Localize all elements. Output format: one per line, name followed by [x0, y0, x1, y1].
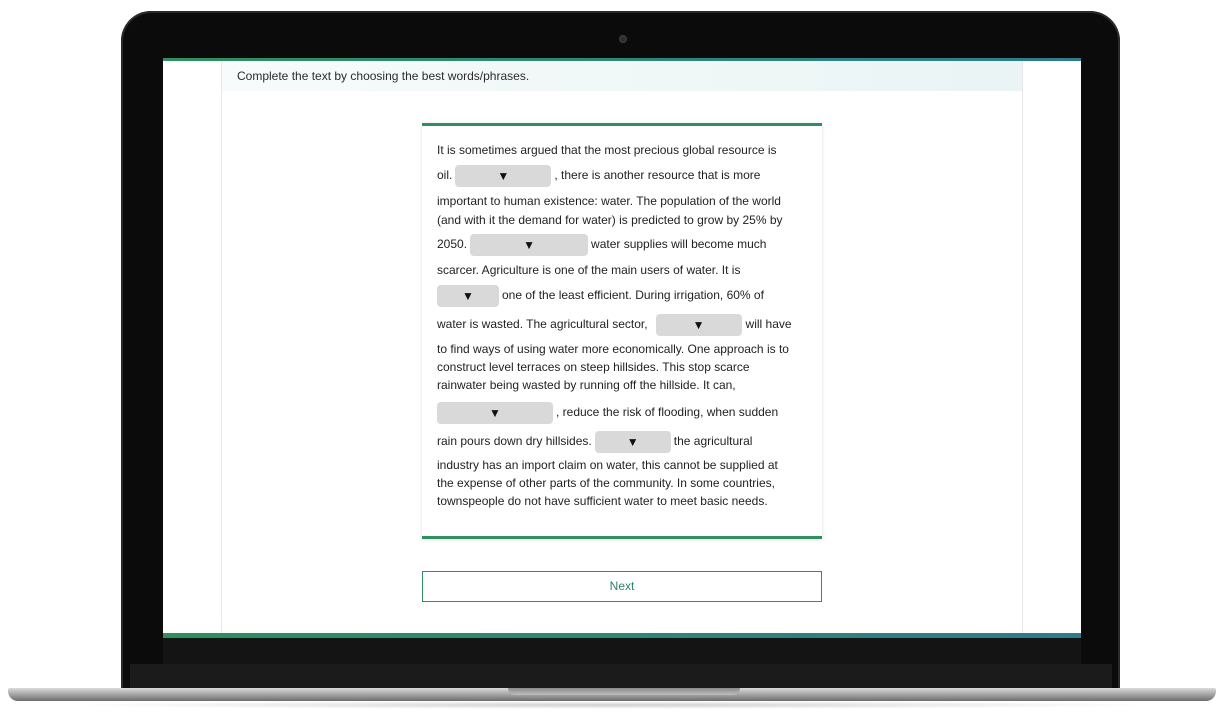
camera-icon: [619, 35, 627, 43]
instruction-text: Complete the text by choosing the best w…: [237, 69, 530, 83]
passage-line: ▼, reduce the risk of flooding, when sud…: [437, 400, 778, 424]
passage-line: water is wasted. The agricultural sector…: [437, 312, 792, 336]
gap-dropdown-1[interactable]: ▼: [455, 164, 552, 187]
passage-card: It is sometimes argued that the most pre…: [422, 123, 822, 539]
laptop-hinge: [130, 664, 1112, 688]
page-content: Complete the text by choosing the best w…: [221, 61, 1023, 633]
passage-line: ▼ one of the least efficient. During irri…: [437, 283, 764, 307]
gap-dropdown-5[interactable]: ▼: [437, 401, 553, 424]
passage-line: rainwater being wasted by running off th…: [437, 378, 736, 392]
passage-line: 2050. ▼ water supplies will become much: [437, 232, 766, 256]
laptop-notch: [508, 688, 740, 695]
laptop-shadow: [60, 701, 1164, 709]
next-button[interactable]: Next: [422, 571, 822, 602]
gap-dropdown-4[interactable]: ▼: [655, 313, 742, 336]
instruction-bar: Complete the text by choosing the best w…: [222, 61, 1022, 91]
bottom-accent-bar: [163, 633, 1081, 638]
passage-line: (and with it the demand for water) is pr…: [437, 213, 783, 227]
gap-dropdown-6[interactable]: ▼: [594, 430, 671, 453]
gap-dropdown-3[interactable]: ▼: [437, 284, 499, 307]
screen: Complete the text by choosing the best w…: [163, 58, 1081, 638]
laptop-bezel: [163, 638, 1081, 664]
gap-dropdown-2[interactable]: ▼: [470, 233, 589, 256]
passage-line: rain pours down dry hillsides. ▼ the agric…: [437, 429, 752, 453]
passage-line: scarcer. Agriculture is one of the main …: [437, 263, 741, 277]
passage-line: townspeople do not have sufficient water…: [437, 494, 768, 508]
passage-line: oil. ▼, there is another resource that is…: [437, 163, 760, 187]
passage-line: It is sometimes argued that the most pre…: [437, 143, 777, 157]
